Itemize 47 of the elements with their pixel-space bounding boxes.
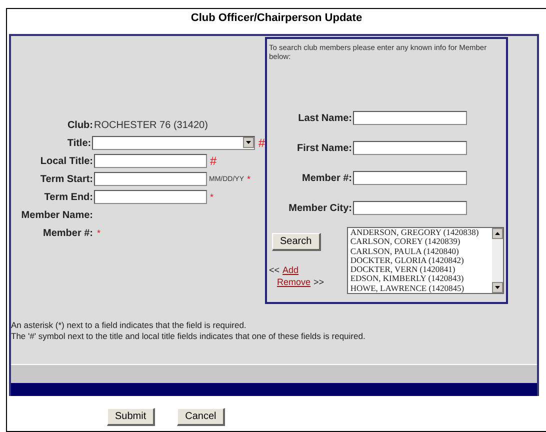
required-marker: *	[97, 228, 101, 238]
remove-link[interactable]: Remove	[277, 277, 311, 289]
scroll-down-icon[interactable]	[495, 286, 500, 289]
search-button[interactable]: Search	[272, 233, 321, 251]
member-list-item[interactable]: DOCKTER, VERN (1420841)	[350, 265, 492, 274]
member-list-item[interactable]: CARLSON, COREY (1420839)	[350, 237, 492, 247]
note-text: The '#' symbol next to the title and local title fields indicates that one of these fields is required.	[11, 331, 366, 342]
field-label: Title:	[66, 138, 92, 148]
field-label: Member #:	[300, 172, 352, 184]
required-marker: #	[258, 136, 265, 150]
field-label: Term End:	[43, 192, 94, 202]
scrollbar[interactable]	[492, 228, 503, 293]
text-field[interactable]	[353, 171, 467, 185]
text-field[interactable]	[353, 201, 467, 215]
add-link[interactable]: Add	[282, 265, 299, 277]
title-select[interactable]	[92, 136, 256, 150]
scroll-up-icon[interactable]	[495, 232, 500, 235]
field-label: Member City:	[288, 202, 352, 214]
field-label: Last Name:	[297, 112, 352, 124]
note-text: An asterisk (*) next to a field indicates that the field is required.	[11, 320, 248, 331]
required-marker: #	[210, 154, 217, 168]
field-label: Member Name:	[20, 210, 94, 220]
text-field[interactable]	[94, 190, 207, 204]
field-label: First Name:	[296, 142, 352, 154]
scroll-down-icon[interactable]	[246, 141, 252, 144]
member-list-item[interactable]: DOCKTER, GLORIA (1420842)	[350, 256, 492, 266]
field-label: Member #:	[42, 228, 94, 238]
required-marker: *	[247, 174, 251, 184]
member-list-item[interactable]: HOWE, LAWRENCE (1420845)	[350, 284, 492, 294]
text-field[interactable]	[353, 111, 467, 125]
arrow-text: <<	[269, 265, 280, 277]
required-marker: *	[210, 192, 214, 202]
text-field[interactable]	[94, 154, 207, 168]
arrow-text: >>	[314, 277, 324, 289]
member-list-item[interactable]: EDSON, KIMBERLY (1420843)	[350, 274, 492, 284]
member-list-item[interactable]: ANDERSON, GREGORY (1420838)	[350, 228, 492, 238]
cancel-button[interactable]: Cancel	[177, 408, 226, 426]
text-field[interactable]	[94, 172, 207, 186]
member-list-item[interactable]: CARLSON, PAULA (1420840)	[350, 246, 492, 256]
field-label: Local Title:	[39, 156, 94, 166]
member-list[interactable]: ANDERSON, GREGORY (1420838) CARLSON, COREY (1420839) CARLSON, PAULA (1420840) DOCKTER, GLORIA (1420842) DOCKTER, VERN (1420841) EDSON, KIMBERLY (1420843) HOWE, LAWRENCE (1420845)	[347, 227, 504, 294]
field-label: Club:	[66, 120, 94, 130]
text-field[interactable]	[353, 141, 467, 155]
page-title: Club Officer/Chairperson Update	[190, 11, 364, 26]
club-value: ROCHESTER 76 (31420)	[94, 120, 208, 130]
submit-button[interactable]: Submit	[107, 408, 156, 426]
field-label: Term Start:	[39, 174, 94, 184]
